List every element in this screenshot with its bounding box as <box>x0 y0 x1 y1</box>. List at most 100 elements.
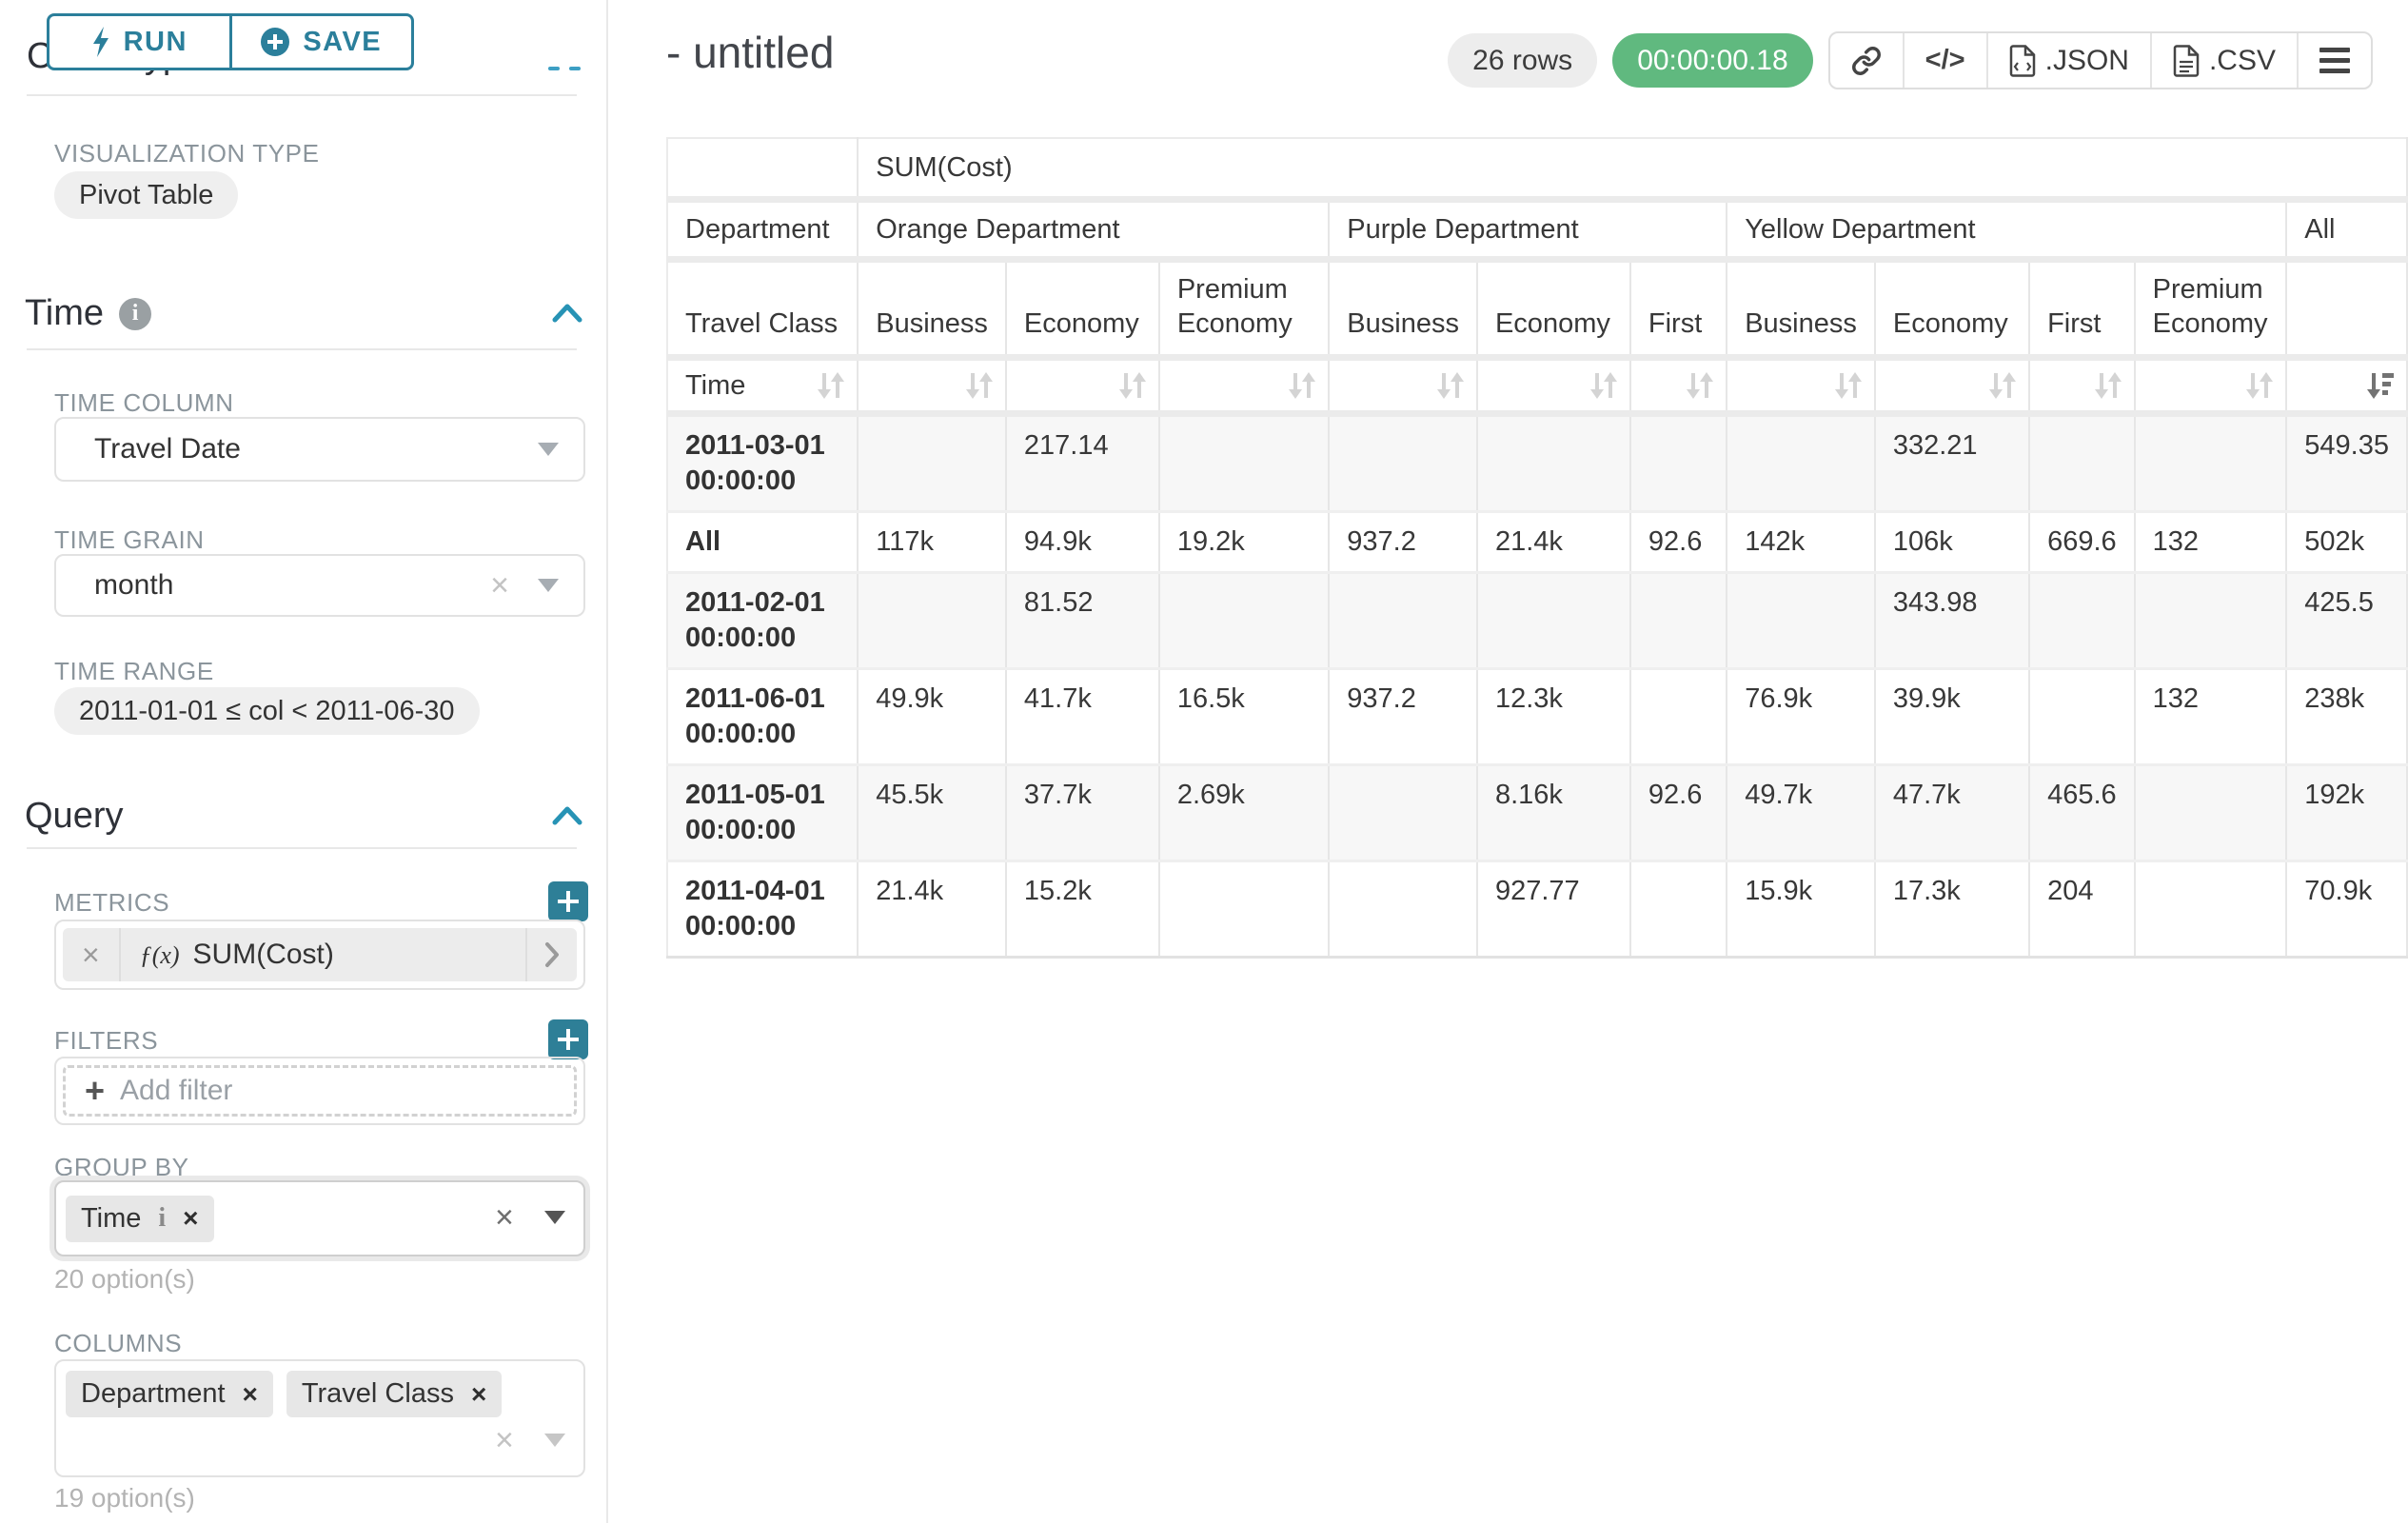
sort-cell[interactable] <box>858 358 1006 414</box>
sort-icon <box>1118 370 1147 401</box>
sort-cell[interactable] <box>1159 358 1329 414</box>
table-cell: 192k <box>2286 765 2407 861</box>
sort-cell[interactable] <box>1875 358 2029 414</box>
table-cell <box>1727 573 1875 669</box>
caret-down-icon[interactable] <box>544 1211 565 1224</box>
row-header: 2011-02-01 00:00:00 <box>667 573 858 669</box>
sort-cell[interactable] <box>1630 358 1727 414</box>
table-cell: 21.4k <box>1477 512 1630 573</box>
caret-down-icon[interactable] <box>544 1434 565 1447</box>
time-range-chip[interactable]: 2011-01-01 ≤ col < 2011-06-30 <box>54 687 480 735</box>
clear-icon[interactable]: × <box>495 1201 514 1234</box>
table-cell <box>2135 414 2287 512</box>
plus-circle-icon <box>261 28 289 56</box>
sort-cell[interactable] <box>2029 358 2135 414</box>
table-cell: 37.7k <box>1006 765 1159 861</box>
row-header: 2011-04-01 00:00:00 <box>667 861 858 958</box>
table-cell <box>1477 414 1630 512</box>
time-column-select[interactable]: Travel Date <box>54 417 585 482</box>
table-cell: 92.6 <box>1630 512 1727 573</box>
query-section-header[interactable]: Query <box>25 796 123 837</box>
table-cell: 92.6 <box>1630 765 1727 861</box>
export-csv-button[interactable]: .CSV <box>2152 33 2299 88</box>
run-button-label: RUN <box>124 27 188 58</box>
time-section-header[interactable]: Time i <box>25 293 151 334</box>
table-cell <box>1159 861 1329 958</box>
remove-icon[interactable]: × <box>183 1203 198 1234</box>
table-cell: 132 <box>2135 669 2287 765</box>
add-filter-dropzone[interactable]: + Add filter <box>63 1065 577 1117</box>
sort-cell[interactable] <box>1477 358 1630 414</box>
column-header: Premium Economy <box>1159 260 1329 358</box>
row-header: All <box>667 512 858 573</box>
table-cell <box>1159 573 1329 669</box>
chart-menu-button[interactable] <box>2299 33 2371 88</box>
table-cell <box>1630 573 1727 669</box>
viz-type-chip[interactable]: Pivot Table <box>54 171 238 219</box>
table-cell <box>2135 765 2287 861</box>
table-cell <box>1630 861 1727 958</box>
remove-icon[interactable]: × <box>243 1379 258 1410</box>
add-metric-button[interactable] <box>548 881 588 921</box>
export-json-label: .JSON <box>2045 45 2129 77</box>
metric-header: SUM(Cost) <box>858 138 2407 200</box>
view-query-button[interactable]: </> <box>1905 33 1988 88</box>
save-button[interactable]: SAVE <box>232 13 415 70</box>
add-filter-button[interactable] <box>548 1019 588 1059</box>
columns-chip[interactable]: Department × <box>66 1371 273 1417</box>
time-grain-value: month <box>94 569 173 602</box>
run-button[interactable]: RUN <box>47 13 232 70</box>
table-cell: 19.2k <box>1159 512 1329 573</box>
clear-icon[interactable]: × <box>495 1424 514 1456</box>
group-header: Purple Department <box>1329 200 1727 260</box>
expand-metric-icon[interactable] <box>525 928 577 981</box>
sort-cell[interactable] <box>1329 358 1477 414</box>
sort-row: Time <box>667 358 2407 414</box>
table-cell: 21.4k <box>858 861 1006 958</box>
table-cell: 41.7k <box>1006 669 1159 765</box>
remove-metric-icon[interactable]: × <box>63 928 121 981</box>
link-icon <box>1851 46 1882 76</box>
column-header: Business <box>858 260 1006 358</box>
time-range-label: TIME RANGE <box>54 657 214 686</box>
row-count-badge: 26 rows <box>1448 33 1597 88</box>
table-cell <box>1477 573 1630 669</box>
save-button-label: SAVE <box>303 27 382 58</box>
time-grain-select[interactable]: month × <box>54 554 585 617</box>
panel-divider <box>606 0 608 1523</box>
sort-cell[interactable] <box>1727 358 1875 414</box>
sort-icon <box>817 370 845 401</box>
chart-title[interactable]: - untitled <box>666 27 834 78</box>
group-header: All <box>2286 200 2407 260</box>
group-by-options-count: 20 option(s) <box>54 1264 195 1295</box>
table-cell: 15.2k <box>1006 861 1159 958</box>
share-link-button[interactable] <box>1830 33 1905 88</box>
row-dimension-sort-cell[interactable]: Time <box>667 358 858 414</box>
table-row: All117k94.9k19.2k937.221.4k92.6142k106k6… <box>667 512 2407 573</box>
table-cell <box>2135 861 2287 958</box>
metric-chip[interactable]: × ƒ(x) SUM(Cost) <box>63 928 577 981</box>
remove-icon[interactable]: × <box>471 1379 486 1410</box>
table-cell: 12.3k <box>1477 669 1630 765</box>
group-by-chip[interactable]: Time i × <box>66 1196 214 1242</box>
chevron-up-icon[interactable] <box>552 805 582 826</box>
function-icon: ƒ(x) <box>140 941 180 970</box>
time-column-label: TIME COLUMN <box>54 388 234 418</box>
sort-cell[interactable] <box>1006 358 1159 414</box>
table-cell <box>2029 573 2135 669</box>
clear-icon[interactable]: × <box>490 569 509 602</box>
control-panel: Chart Type RUN SAVE VISUALIZATION TYPE P… <box>0 0 606 1523</box>
table-cell <box>1329 414 1477 512</box>
columns-select[interactable]: Department × Travel Class × <box>54 1359 585 1477</box>
row-header: 2011-03-01 00:00:00 <box>667 414 858 512</box>
sort-icon <box>965 370 994 401</box>
table-cell: 142k <box>1727 512 1875 573</box>
sort-cell[interactable] <box>2286 358 2407 414</box>
sort-cell[interactable] <box>2135 358 2287 414</box>
export-json-button[interactable]: .JSON <box>1988 33 2152 88</box>
sort-icon <box>1686 370 1714 401</box>
chevron-up-icon[interactable] <box>552 303 582 324</box>
table-cell: 217.14 <box>1006 414 1159 512</box>
columns-chip[interactable]: Travel Class × <box>286 1371 502 1417</box>
table-row: 2011-03-01 00:00:00217.14332.21549.35 <box>667 414 2407 512</box>
